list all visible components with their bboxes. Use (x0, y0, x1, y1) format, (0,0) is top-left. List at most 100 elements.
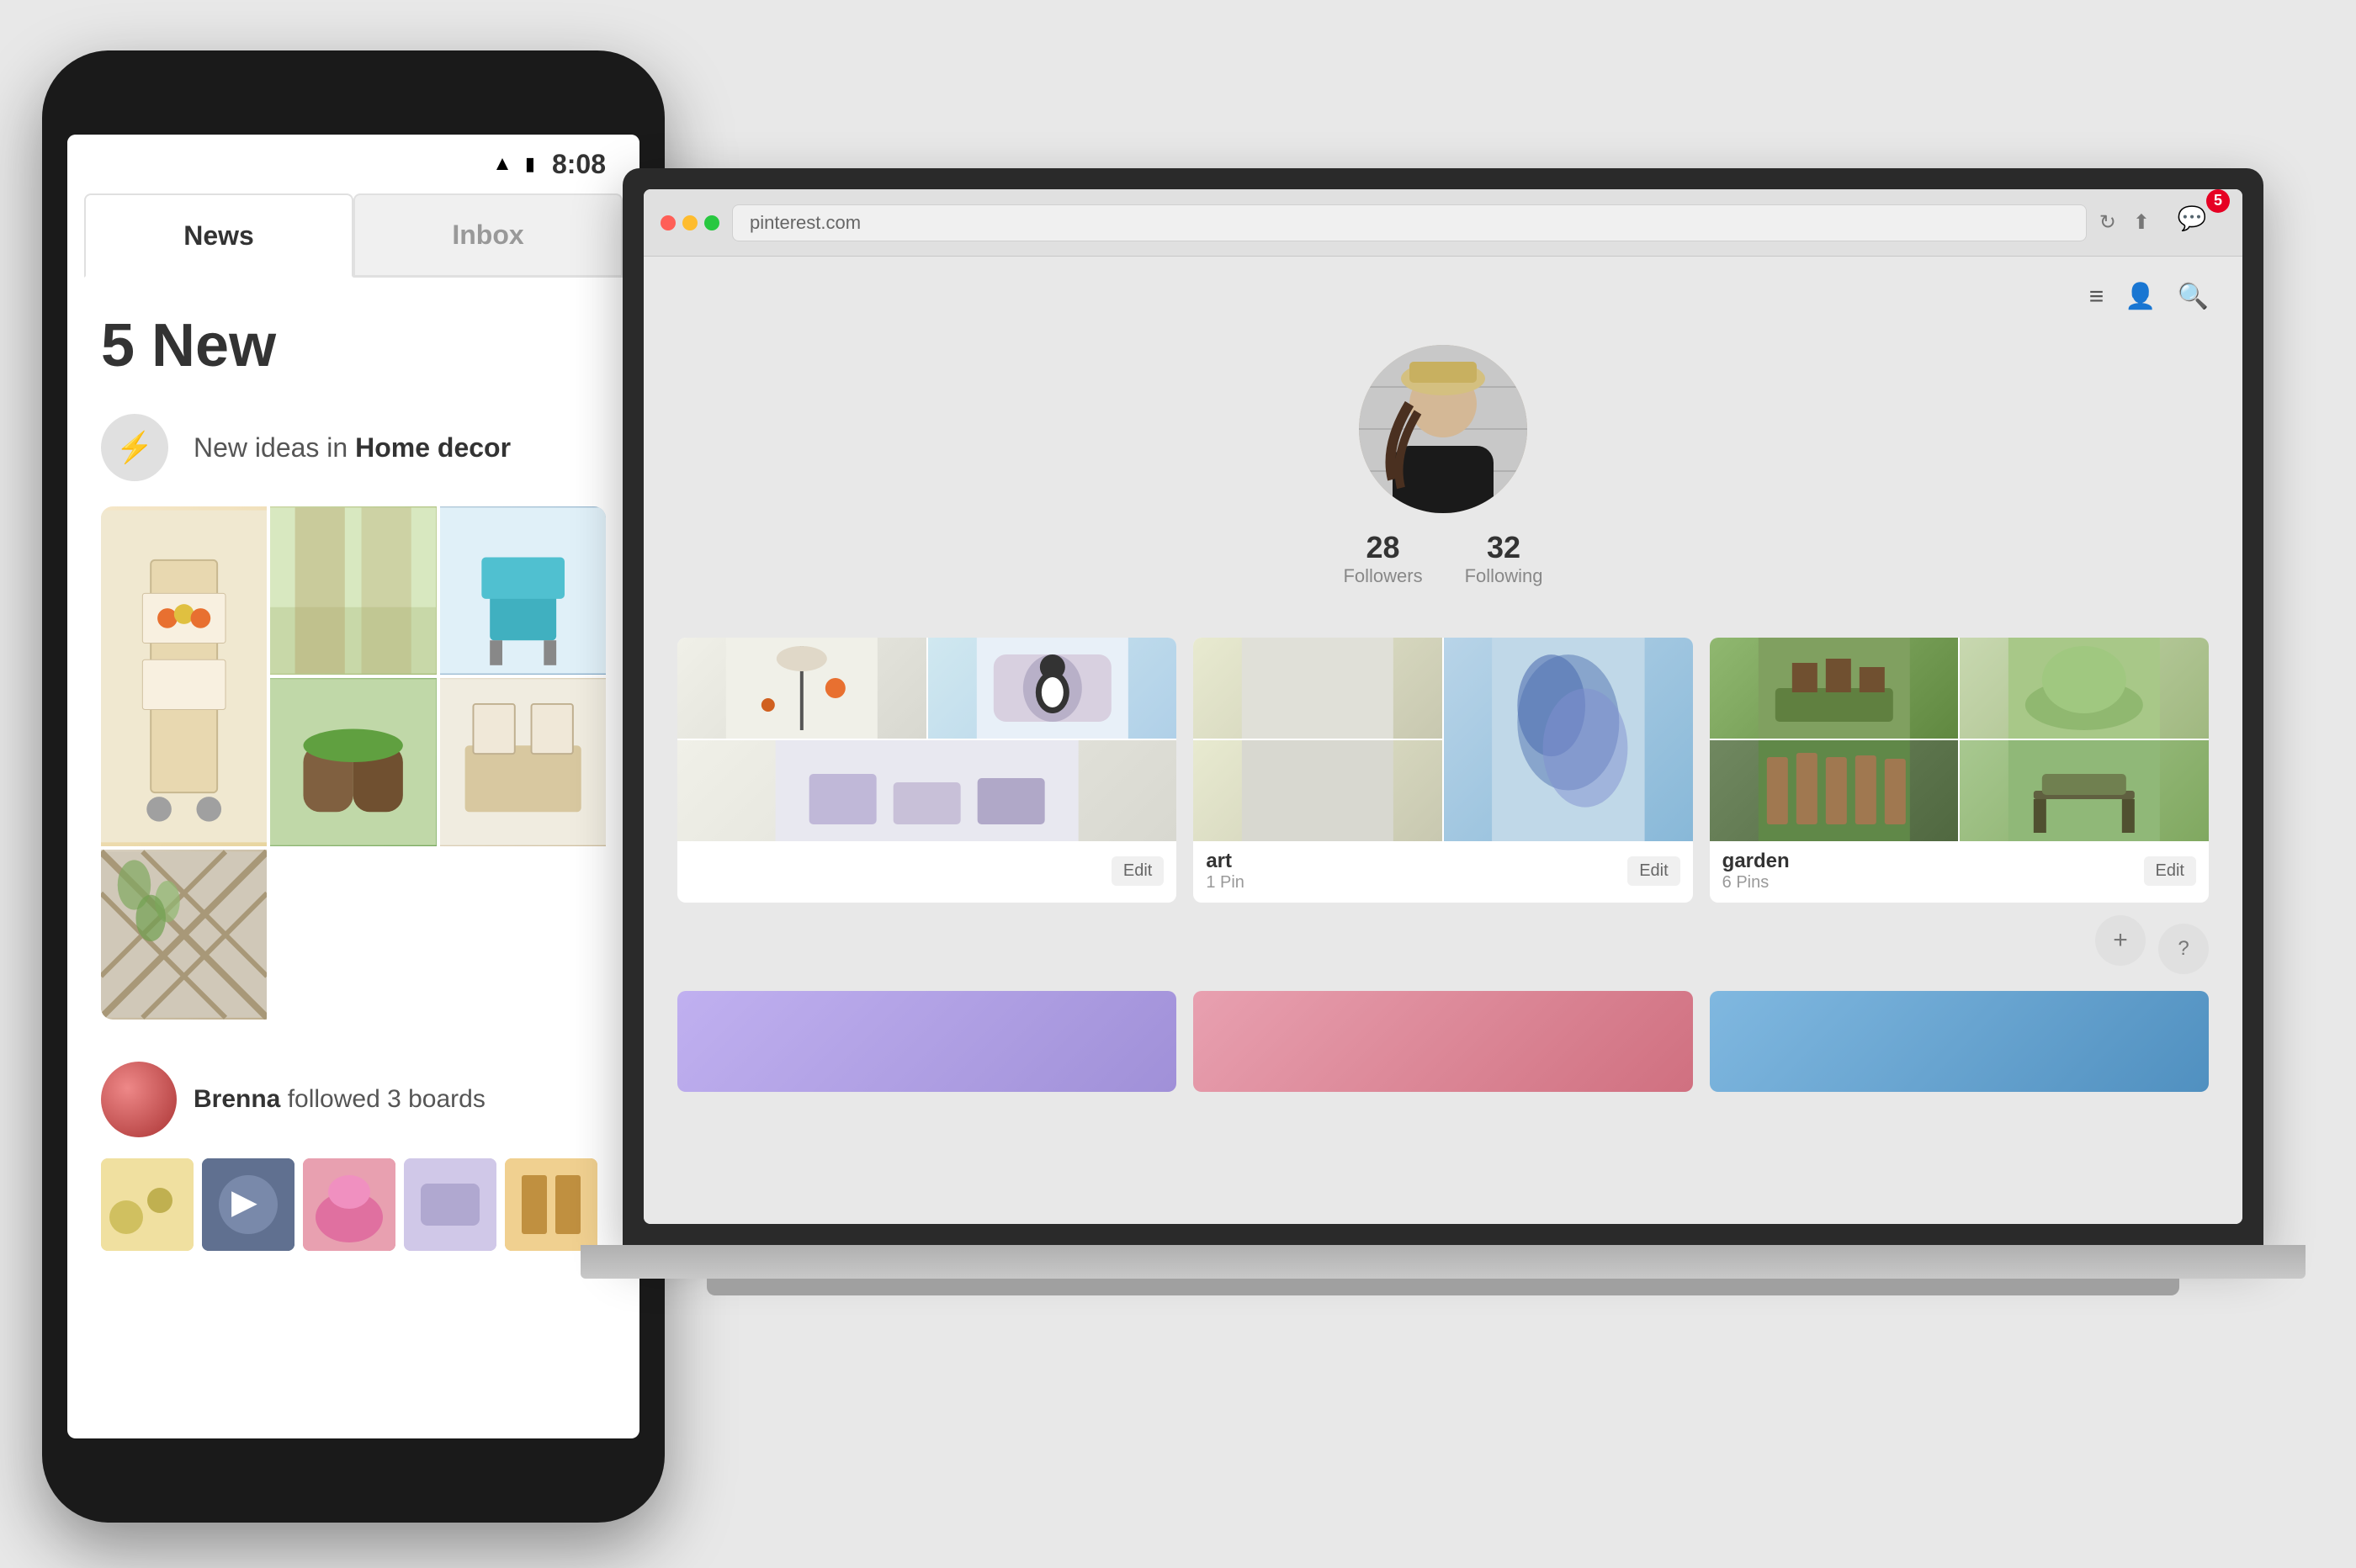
address-bar[interactable]: pinterest.com (732, 204, 2087, 241)
profile-avatar (1359, 345, 1527, 513)
url-text: pinterest.com (750, 212, 861, 234)
notification-home-decor[interactable]: ⚡ New ideas in Home decor (101, 414, 606, 481)
notification-badge: 5 (2206, 189, 2230, 213)
board-img-garden-4 (1960, 740, 2209, 841)
notif-prefix: New ideas in (194, 432, 355, 463)
wifi-icon: ▲ (492, 152, 512, 176)
share-icon[interactable]: ⬆ (2133, 210, 2150, 235)
board-thumbnails: ▶ (101, 1158, 606, 1251)
avatar-image (1359, 345, 1527, 513)
laptop-device: pinterest.com ↻ ⬆ 💬 5 (623, 168, 2263, 1430)
following-label: Following (1465, 565, 1543, 586)
board-art-edit-button[interactable]: Edit (1627, 856, 1679, 886)
close-window-button[interactable] (661, 215, 676, 230)
profile-icon[interactable]: 👤 (2125, 282, 2156, 311)
followers-stat: 28 Followers (1343, 530, 1422, 587)
board-img-art-3 (1193, 740, 1442, 841)
pinterest-page-content: ≡ 👤 🔍 (644, 257, 2242, 1224)
grid-image-3 (440, 506, 606, 675)
svg-text:▶: ▶ (231, 1184, 257, 1221)
notification-text: New ideas in Home decor (194, 432, 511, 464)
grid-image-4 (270, 678, 436, 846)
bottom-board-1[interactable] (677, 991, 1176, 1092)
laptop-body: pinterest.com ↻ ⬆ 💬 5 (623, 168, 2263, 1245)
board-img-garden-3 (1710, 740, 1959, 841)
grid-image-1 (101, 506, 267, 846)
followers-label: Followers (1343, 565, 1422, 586)
board-thumb-4 (404, 1158, 496, 1251)
board-images-art (1193, 638, 1692, 840)
board-garden-title: garden (1722, 850, 1790, 873)
minimize-window-button[interactable] (682, 215, 698, 230)
board-thumb-5 (505, 1158, 597, 1251)
add-board-button[interactable]: + (2095, 915, 2146, 966)
grid-image-2 (270, 506, 436, 675)
refresh-icon[interactable]: ↻ (2099, 210, 2116, 235)
board-art-count: 1 Pin (1206, 873, 1244, 893)
followers-count: 28 (1343, 530, 1422, 565)
board-img-garden-2 (1960, 638, 2209, 739)
grid-image-5 (440, 678, 606, 846)
browser-window-controls (661, 215, 719, 230)
search-icon[interactable]: 🔍 (2178, 282, 2209, 311)
board-1-footer: Edit (677, 840, 1176, 903)
tab-bar: News Inbox (84, 193, 623, 278)
board-img-art-1 (1193, 638, 1442, 739)
phone-content: 5 New ⚡ New ideas in Home decor (67, 278, 639, 1285)
follower-avatar (101, 1062, 177, 1137)
maximize-window-button[interactable] (704, 215, 719, 230)
tab-news[interactable]: News (84, 193, 353, 278)
laptop-base (581, 1245, 2306, 1279)
new-count: 5 New (101, 311, 606, 380)
board-1-title (690, 850, 696, 873)
board-card-garden[interactable]: garden 6 Pins Edit (1710, 638, 2209, 903)
follower-name: Brenna (194, 1085, 280, 1113)
board-img-1-3 (677, 740, 1176, 841)
board-img-garden-1 (1710, 638, 1959, 739)
following-count: 32 (1465, 530, 1543, 565)
following-stat: 32 Following (1465, 530, 1543, 587)
board-art-title: art (1206, 850, 1244, 873)
pinterest-notification-button[interactable]: 💬 5 (2167, 193, 2226, 252)
notif-bold: Home decor (355, 432, 511, 463)
bottom-boards-preview (677, 991, 2209, 1092)
follower-text: Brenna followed 3 boards (194, 1085, 486, 1114)
board-1-count (690, 873, 696, 893)
follower-action: followed 3 boards (280, 1085, 486, 1113)
status-time: 8:08 (552, 149, 606, 180)
browser-bar: pinterest.com ↻ ⬆ 💬 5 (644, 189, 2242, 257)
chat-icon: 💬 (2178, 204, 2207, 232)
board-thumb-3 (303, 1158, 395, 1251)
status-bar: ▲ ▮ 8:08 (67, 135, 639, 193)
profile-stats: 28 Followers 32 Following (1343, 530, 1542, 587)
help-button[interactable]: ? (2158, 924, 2209, 974)
board-images-garden (1710, 638, 2209, 840)
home-decor-image-grid[interactable] (101, 506, 606, 1020)
board-garden-edit-button[interactable]: Edit (2144, 856, 2196, 886)
menu-icon[interactable]: ≡ (2089, 283, 2104, 311)
board-1-edit-button[interactable]: Edit (1112, 856, 1164, 886)
tab-inbox[interactable]: Inbox (353, 193, 623, 277)
board-thumb-1 (101, 1158, 194, 1251)
grid-image-6 (101, 850, 267, 1020)
lightning-icon: ⚡ (116, 430, 154, 465)
follower-notification[interactable]: Brenna followed 3 boards (101, 1062, 606, 1137)
board-img-1-1 (677, 638, 926, 739)
board-garden-footer: garden 6 Pins Edit (1710, 840, 2209, 903)
board-img-art-2 (1444, 638, 1693, 841)
board-images-1 (677, 638, 1176, 840)
phone-screen: ▲ ▮ 8:08 News Inbox 5 New ⚡ New ideas in… (67, 135, 639, 1438)
lightning-icon-container: ⚡ (101, 414, 168, 481)
browser-actions: ↻ ⬆ 💬 5 (2099, 193, 2226, 252)
bottom-board-3[interactable] (1710, 991, 2209, 1092)
board-card-art[interactable]: art 1 Pin Edit (1193, 638, 1692, 903)
board-art-footer: art 1 Pin Edit (1193, 840, 1692, 903)
laptop-foot (707, 1279, 2179, 1295)
board-img-1-2 (928, 638, 1177, 739)
board-garden-count: 6 Pins (1722, 873, 1790, 893)
bottom-board-2[interactable] (1193, 991, 1692, 1092)
pinterest-nav: ≡ 👤 🔍 (677, 282, 2209, 311)
boards-grid: Edit (677, 638, 2209, 903)
board-card-1[interactable]: Edit (677, 638, 1176, 903)
board-thumb-2: ▶ (202, 1158, 294, 1251)
